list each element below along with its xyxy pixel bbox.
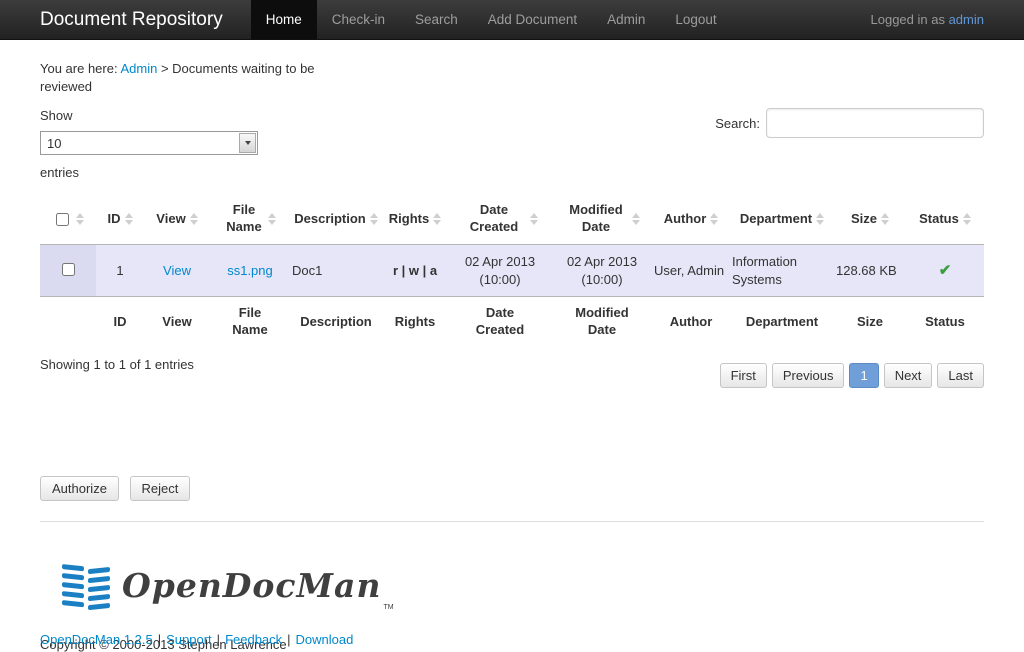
row-select-cell — [40, 245, 96, 297]
footer-header-file-name: File Name — [210, 297, 290, 347]
footer-header-rights: Rights — [382, 297, 448, 347]
column-header-file-name[interactable]: File Name — [210, 194, 290, 244]
open-book-icon — [60, 556, 112, 615]
sort-icons — [76, 213, 84, 225]
table-footer-row: ID View File Name Description Rights Dat… — [40, 297, 984, 347]
sort-icons — [710, 213, 718, 225]
table-row: 1 View ss1.png Doc1 r | w | a 02 Apr 201… — [40, 245, 984, 297]
column-header-description[interactable]: Description — [290, 194, 382, 244]
reject-button[interactable]: Reject — [130, 476, 191, 501]
footer-header-size: Size — [834, 297, 906, 347]
documents-table: ID View File Name Description Rights Dat… — [40, 194, 984, 347]
pagination-next-button[interactable]: Next — [884, 363, 933, 388]
entries-summary: Showing 1 to 1 of 1 entries — [40, 357, 194, 372]
nav-item-check-in[interactable]: Check-in — [317, 0, 400, 39]
sort-icons — [190, 213, 198, 225]
column-header-id[interactable]: ID — [96, 194, 144, 244]
footer-header-modified-date: Modified Date — [552, 297, 652, 347]
column-header-date-created[interactable]: Date Created — [448, 194, 552, 244]
nav-item-search[interactable]: Search — [400, 0, 473, 39]
search-input[interactable] — [766, 108, 984, 138]
nav-item-admin[interactable]: Admin — [592, 0, 660, 39]
footer-select-column — [40, 297, 96, 347]
row-checkbox[interactable] — [62, 263, 75, 276]
show-label: Show — [40, 108, 258, 123]
column-header-rights[interactable]: Rights — [382, 194, 448, 244]
pagination-last-button[interactable]: Last — [937, 363, 984, 388]
show-entries-select[interactable]: 10 — [40, 131, 258, 155]
nav-item-home[interactable]: Home — [251, 0, 317, 39]
column-header-author[interactable]: Author — [652, 194, 730, 244]
nav-item-logout[interactable]: Logout — [660, 0, 731, 39]
row-size-cell: 128.68 KB — [834, 245, 906, 297]
row-rights-cell: r | w | a — [382, 245, 448, 297]
authorize-button[interactable]: Authorize — [40, 476, 119, 501]
logged-in-user-link[interactable]: admin — [949, 12, 984, 27]
breadcrumb-admin-link[interactable]: Admin — [120, 61, 157, 76]
logo-wordmark: OpenDocMan — [122, 566, 381, 605]
column-header-size[interactable]: Size — [834, 194, 906, 244]
file-name-link[interactable]: ss1.png — [227, 263, 273, 278]
breadcrumb-separator: > — [157, 61, 172, 76]
search-label: Search: — [715, 116, 760, 131]
main-nav: Home Check-in Search Add Document Admin … — [251, 0, 732, 39]
row-id-cell: 1 — [96, 245, 144, 297]
sort-icons — [963, 213, 971, 225]
pagination: First Previous 1 Next Last — [715, 363, 984, 388]
row-date-created-cell: 02 Apr 2013 (10:00) — [448, 245, 552, 297]
status-check-icon: ✔ — [939, 262, 952, 279]
breadcrumb: You are here: Admin > Documents waiting … — [40, 60, 340, 96]
footer-header-view: View — [144, 297, 210, 347]
sort-icons — [268, 213, 276, 225]
view-link[interactable]: View — [163, 263, 191, 278]
column-header-status[interactable]: Status — [906, 194, 984, 244]
opendocman-logo: OpenDocMan TM — [60, 556, 984, 615]
nav-item-add-document[interactable]: Add Document — [473, 0, 592, 39]
row-description-cell: Doc1 — [290, 245, 382, 297]
sort-icons — [125, 213, 133, 225]
footer-header-department: Department — [730, 297, 834, 347]
sort-icons — [632, 213, 640, 225]
sort-icons — [530, 213, 538, 225]
row-modified-date-cell: 02 Apr 2013 (10:00) — [552, 245, 652, 297]
sort-icons — [433, 213, 441, 225]
sort-icons — [816, 213, 824, 225]
pagination-page-1-button[interactable]: 1 — [849, 363, 878, 388]
top-navbar: Document Repository Home Check-in Search… — [0, 0, 1024, 40]
table-header-row: ID View File Name Description Rights Dat… — [40, 194, 984, 244]
row-department-cell: Information Systems — [730, 245, 834, 297]
footer-header-date-created: Date Created — [448, 297, 552, 347]
footer-header-id: ID — [96, 297, 144, 347]
trademark-symbol: TM — [383, 604, 393, 611]
row-view-cell: View — [144, 245, 210, 297]
row-file-name-cell: ss1.png — [210, 245, 290, 297]
entries-label: entries — [40, 165, 258, 180]
column-header-select-all[interactable] — [40, 194, 96, 244]
column-header-view[interactable]: View — [144, 194, 210, 244]
pagination-previous-button[interactable]: Previous — [772, 363, 845, 388]
breadcrumb-prefix: You are here: — [40, 61, 120, 76]
row-status-cell: ✔ — [906, 245, 984, 297]
logged-in-prefix: Logged in as — [871, 12, 949, 27]
row-author-cell: User, Admin — [652, 245, 730, 297]
footer-divider — [40, 521, 984, 522]
footer-header-author: Author — [652, 297, 730, 347]
logged-in-status: Logged in as admin — [871, 0, 1024, 39]
footer-header-status: Status — [906, 297, 984, 347]
app-title: Document Repository — [0, 0, 251, 39]
column-header-modified-date[interactable]: Modified Date — [552, 194, 652, 244]
column-header-department[interactable]: Department — [730, 194, 834, 244]
sort-icons — [881, 213, 889, 225]
show-entries-value: 10 — [47, 136, 61, 151]
select-all-checkbox[interactable] — [56, 213, 69, 226]
footer-header-description: Description — [290, 297, 382, 347]
chevron-down-icon — [239, 133, 256, 153]
pagination-first-button[interactable]: First — [720, 363, 767, 388]
sort-icons — [370, 213, 378, 225]
